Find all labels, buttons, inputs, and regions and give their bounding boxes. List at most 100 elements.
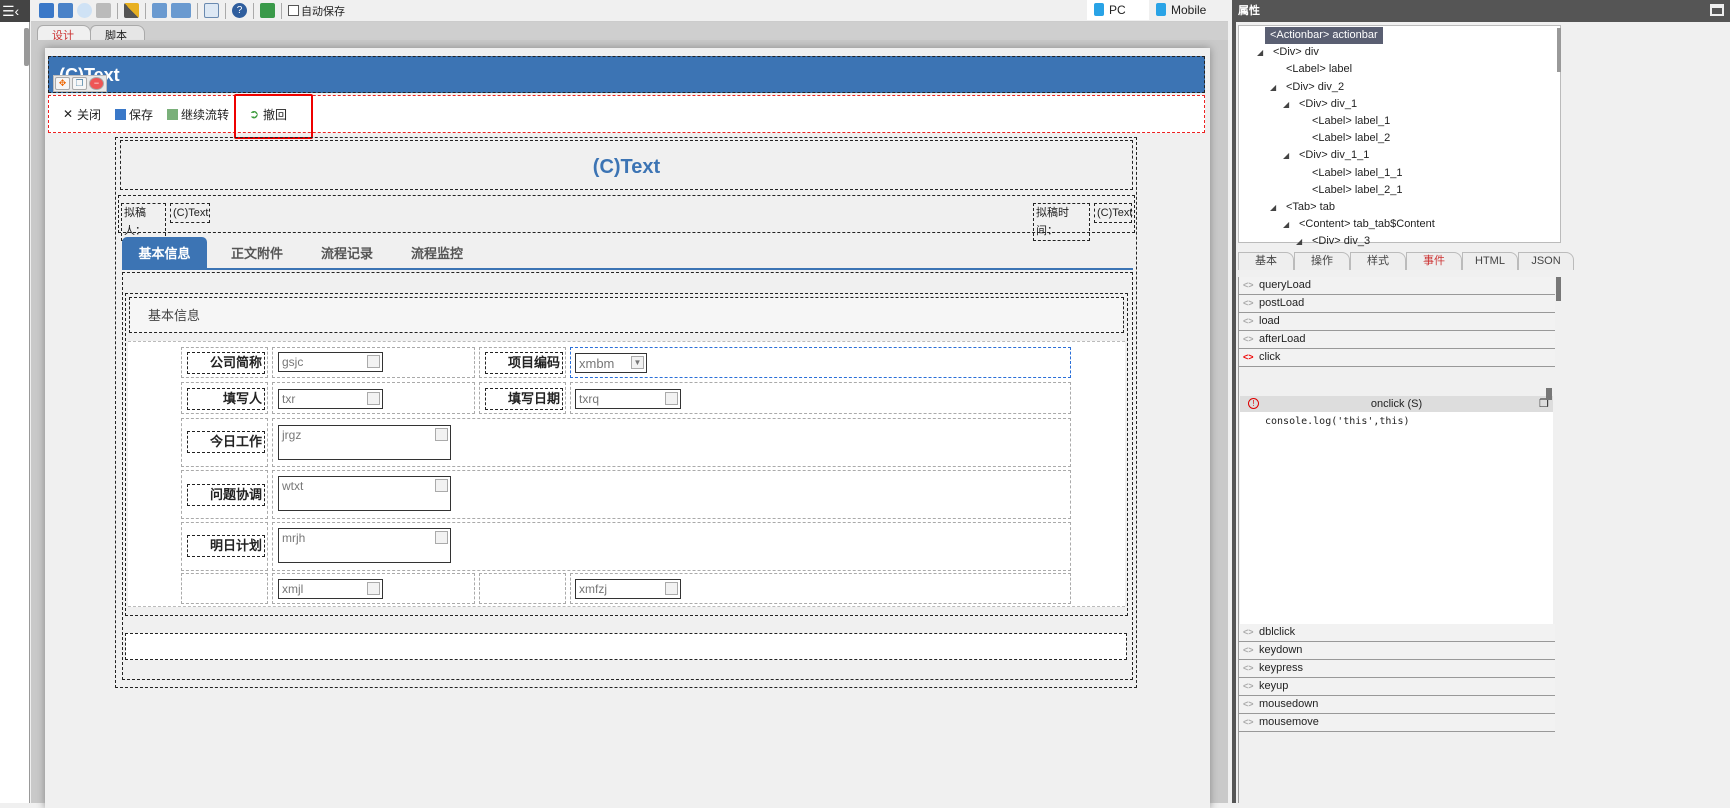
tab-flow-monitor[interactable]: 流程监控 <box>392 237 482 268</box>
event-item[interactable]: <> keydown <box>1239 642 1555 660</box>
cell <box>181 573 268 604</box>
filler-input[interactable]: txr <box>278 389 383 409</box>
prop-tab[interactable]: 样式 <box>1350 252 1406 270</box>
tree-node[interactable]: <Label> label_1 <box>1312 113 1390 130</box>
delete-icon[interactable]: − <box>89 77 104 90</box>
device-tab-pc[interactable]: PC <box>1087 0 1149 20</box>
tab-basic-info[interactable]: 基本信息 <box>122 237 207 268</box>
issues-textarea[interactable]: wtxt <box>278 476 451 511</box>
save-as-icon[interactable] <box>58 3 73 18</box>
checkbox-icon[interactable] <box>288 5 299 16</box>
expand-arrow-icon[interactable]: ◢ <box>1257 48 1263 57</box>
maximize-icon[interactable] <box>1710 4 1724 16</box>
tree-node[interactable]: <Div> div_1 <box>1299 96 1357 113</box>
event-label: dblclick <box>1259 626 1296 638</box>
save-button[interactable]: 保存 <box>115 106 153 123</box>
tree-node[interactable]: <Label> label_1_1 <box>1312 165 1403 182</box>
project-code-select[interactable]: xmbm ▼ <box>575 353 647 373</box>
tree-node[interactable]: <Label> label_2 <box>1312 130 1390 147</box>
close-button[interactable]: ✕ 关闭 <box>63 106 101 123</box>
xmjl-input[interactable]: xmjl <box>278 579 383 599</box>
event-item[interactable]: <> mousemove <box>1239 714 1555 732</box>
fill-date-input[interactable]: txrq <box>575 389 681 409</box>
tab-flow-records[interactable]: 流程记录 <box>302 237 392 268</box>
import-icon[interactable] <box>152 3 167 18</box>
panel-title: 属性 <box>1238 5 1260 17</box>
expand-arrow-icon[interactable]: ◢ <box>1270 203 1276 212</box>
layers-icon[interactable] <box>260 3 275 18</box>
xmfzj-input[interactable]: xmfzj <box>575 579 681 599</box>
tree-node[interactable]: <Div> div_2 <box>1286 79 1344 96</box>
prop-tab[interactable]: 操作 <box>1294 252 1350 270</box>
tree-scrollbar[interactable] <box>1557 28 1561 72</box>
tree-node[interactable]: <Div> div_1_1 <box>1299 147 1369 164</box>
edit-icon[interactable] <box>367 392 380 405</box>
page-header[interactable]: (C)Text <box>48 56 1205 93</box>
event-item[interactable]: <> load <box>1239 313 1555 331</box>
text-editor-icon[interactable] <box>435 531 448 544</box>
code-icon: <> <box>1243 334 1254 344</box>
tree-node[interactable]: <Label> label_2_1 <box>1312 182 1403 199</box>
forward-button[interactable]: 继续流转 <box>167 106 229 123</box>
prop-tab[interactable]: 基本 <box>1238 252 1294 270</box>
expand-arrow-icon[interactable]: ◢ <box>1283 220 1289 229</box>
wand-icon[interactable] <box>124 3 139 18</box>
tomorrow-plan-textarea[interactable]: mrjh <box>278 528 451 563</box>
tree-node[interactable]: <Div> div_3 <box>1312 233 1370 250</box>
form-title: (C)Text <box>120 140 1133 190</box>
text-editor-icon[interactable] <box>435 428 448 441</box>
forward-icon <box>167 108 179 120</box>
preview-icon[interactable] <box>77 3 92 18</box>
expand-arrow-icon[interactable]: ◢ <box>1283 100 1289 109</box>
tab-script[interactable]: 脚本 <box>90 25 145 42</box>
device-tab-mobile[interactable]: Mobile <box>1149 0 1227 20</box>
edit-icon[interactable] <box>665 582 678 595</box>
help-icon[interactable]: ? <box>232 3 247 18</box>
event-item[interactable]: <> click <box>1239 349 1555 367</box>
tree-node[interactable]: <Actionbar> actionbar <box>1265 27 1383 44</box>
expand-arrow-icon[interactable]: ◢ <box>1270 83 1276 92</box>
edit-icon[interactable] <box>367 355 380 368</box>
code-icon: <> <box>1243 681 1254 691</box>
code-scrollbar[interactable] <box>1546 388 1552 400</box>
export-icon[interactable] <box>171 3 191 18</box>
tab-design[interactable]: 设计 <box>37 25 91 42</box>
company-input[interactable]: gsjc <box>278 352 383 372</box>
today-work-textarea[interactable]: jrgz <box>278 425 451 460</box>
event-item[interactable]: <> dblclick <box>1239 624 1555 642</box>
divider <box>145 2 146 19</box>
event-item[interactable]: <> queryLoad <box>1239 277 1555 295</box>
tree-node[interactable]: <Tab> tab <box>1286 199 1335 216</box>
code-icon: <> <box>1243 717 1254 727</box>
autosave-checkbox[interactable]: 自动保存 <box>288 3 345 19</box>
copy-icon[interactable]: ❐ <box>72 77 87 90</box>
save-icon[interactable] <box>39 3 54 18</box>
event-item[interactable]: <> afterLoad <box>1239 331 1555 349</box>
company-label: 公司简称 <box>187 352 265 374</box>
code-icon: <> <box>1243 627 1254 637</box>
layout-icon[interactable] <box>204 3 219 18</box>
prop-tab[interactable]: HTML <box>1462 252 1518 270</box>
chevron-down-icon[interactable]: ▼ <box>631 356 644 369</box>
calendar-icon[interactable] <box>665 392 678 405</box>
edit-icon[interactable] <box>367 582 380 595</box>
prop-tab[interactable]: JSON <box>1518 252 1574 270</box>
tree-node[interactable]: <Label> label <box>1286 61 1352 78</box>
tab-attachments[interactable]: 正文附件 <box>212 237 302 268</box>
code-editor[interactable]: console.log('this',this) <box>1240 412 1553 624</box>
expand-arrow-icon[interactable]: ◢ <box>1296 237 1302 246</box>
prop-tab[interactable]: 事件 <box>1406 252 1462 270</box>
print-icon[interactable] <box>96 3 111 18</box>
collapse-menu-icon[interactable]: ☰‹ <box>0 0 30 22</box>
event-scrollbar[interactable] <box>1556 277 1561 301</box>
move-icon[interactable]: ✥ <box>55 77 70 90</box>
scrollbar[interactable] <box>24 28 29 66</box>
tree-node[interactable]: <Content> tab_tab$Content <box>1299 216 1435 233</box>
event-item[interactable]: <> mousedown <box>1239 696 1555 714</box>
expand-arrow-icon[interactable]: ◢ <box>1283 151 1289 160</box>
event-item[interactable]: <> keyup <box>1239 678 1555 696</box>
text-editor-icon[interactable] <box>435 479 448 492</box>
event-item[interactable]: <> postLoad <box>1239 295 1555 313</box>
tree-node[interactable]: <Div> div <box>1273 44 1319 61</box>
event-item[interactable]: <> keypress <box>1239 660 1555 678</box>
